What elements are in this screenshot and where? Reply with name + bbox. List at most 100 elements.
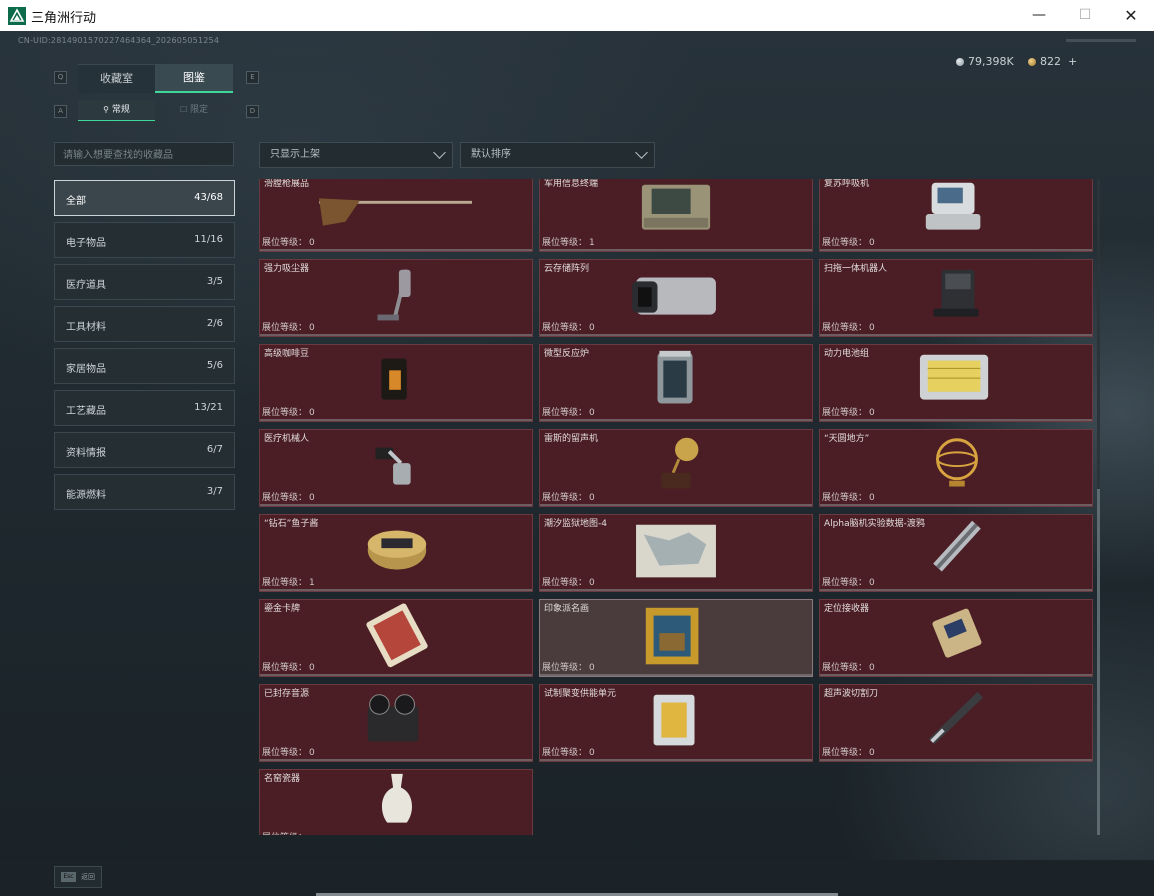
item-level-label: 展位等级：	[262, 578, 308, 588]
collection-item-card[interactable]: 微型反应炉 展位等级： 0	[539, 344, 813, 422]
close-button[interactable]: ✕	[1108, 0, 1154, 31]
item-level: 展位等级： 0	[542, 745, 595, 758]
uid-text: CN-UID:281490157022746436​4_202605051254	[18, 36, 220, 45]
category-count: 13/21	[194, 402, 223, 413]
item-level-label: 展位等级：	[262, 238, 308, 248]
collection-item-card[interactable]: 高级咖啡豆 展位等级： 0	[259, 344, 533, 422]
category-name: 医疗道具	[66, 280, 106, 291]
item-level-value: 0	[589, 323, 595, 333]
item-level: 展位等级： 0	[822, 490, 875, 503]
collection-item-card[interactable]: 强力吸尘器 展位等级： 0	[259, 259, 533, 337]
item-level-label: 展位等级：	[822, 323, 868, 333]
item-name: 名窑瓷器	[264, 774, 301, 784]
collection-item-card[interactable]: “天圆地方” 展位等级： 0	[819, 429, 1093, 507]
category-item[interactable]: 工具材料 2/6	[54, 306, 235, 342]
sort-dropdown[interactable]: 默认排序	[460, 142, 655, 168]
back-button[interactable]: Esc 返回	[54, 866, 102, 888]
category-item[interactable]: 资料情报 6/7	[54, 432, 235, 468]
search-box[interactable]	[54, 142, 234, 167]
item-level: 展位等级： 0	[822, 660, 875, 673]
item-level-value: 0	[589, 578, 595, 588]
item-level-label: 展位等级：	[542, 238, 588, 248]
category-item[interactable]: 家居物品 5/6	[54, 348, 235, 384]
subtab-limited-label: 限定	[190, 105, 209, 115]
key-hint-e: E	[246, 71, 259, 84]
category-name: 全部	[66, 196, 86, 207]
item-level: 展位等级：	[262, 830, 309, 835]
item-level-label: 展位等级：	[542, 323, 588, 333]
item-level-value: 0	[309, 663, 315, 673]
item-level-value: 0	[309, 748, 315, 758]
maximize-button[interactable]: ☐	[1062, 0, 1108, 31]
item-level-value: 0	[869, 323, 875, 333]
category-name: 家居物品	[66, 364, 106, 375]
add-currency-button[interactable]: +	[1068, 55, 1077, 68]
item-name: 定位接收器	[824, 604, 870, 614]
category-item[interactable]: 工艺藏品 13/21	[54, 390, 235, 426]
collection-item-card[interactable]: 滑膛枪展品 展位等级： 0	[259, 179, 533, 252]
collection-item-card[interactable]: Alpha脑机实验数据-渡鸦 展位等级： 0	[819, 514, 1093, 592]
bottom-bar	[0, 860, 1154, 896]
item-level-label: 展位等级：	[542, 493, 588, 503]
item-level: 展位等级： 0	[822, 575, 875, 588]
item-level-value: 0	[869, 578, 875, 588]
item-level: 展位等级： 0	[542, 660, 595, 673]
collection-item-card[interactable]: “钻石”鱼子酱 展位等级： 1	[259, 514, 533, 592]
category-count: 3/5	[206, 276, 223, 287]
minimize-button[interactable]: —	[1016, 0, 1062, 31]
scrollbar-thumb[interactable]	[1097, 489, 1100, 835]
item-level: 展位等级： 0	[262, 745, 315, 758]
subtab-regular[interactable]: ⚲ 常规	[78, 100, 155, 121]
collection-item-card[interactable]: 超声波切割刀 展位等级： 0	[819, 684, 1093, 762]
subtab-limited[interactable]: ☐ 限定	[155, 100, 233, 120]
item-level-value: 0	[869, 493, 875, 503]
item-level-label: 展位等级：	[822, 748, 868, 758]
silver-coin-icon	[956, 57, 964, 66]
subtab-regular-label: 常规	[111, 105, 130, 115]
item-level-label: 展位等级：	[262, 663, 308, 673]
collection-item-card[interactable]: 雷斯的留声机 展位等级： 0	[539, 429, 813, 507]
category-item[interactable]: 能源燃料 3/7	[54, 474, 235, 510]
collection-item-card[interactable]: 军用信息终端 展位等级： 1	[539, 179, 813, 252]
category-item[interactable]: 电子物品 11/16	[54, 222, 235, 258]
collection-item-card[interactable]: 云存储阵列 展位等级： 0	[539, 259, 813, 337]
collection-item-card[interactable]: 定位接收器展位等级： 0	[819, 599, 1093, 677]
collection-item-card[interactable]: 鎏金卡牌 展位等级： 0	[259, 599, 533, 677]
collection-item-card[interactable]: 复苏呼吸机 展位等级： 0	[819, 179, 1093, 252]
window-titlebar: 三角洲行动 — ☐ ✕	[0, 0, 1154, 32]
item-level-label: 展位等级：	[262, 408, 308, 418]
shelf-filter-dropdown[interactable]: 只显示上架	[259, 142, 453, 168]
search-input[interactable]	[55, 144, 233, 167]
item-name: 雷斯的留声机	[544, 434, 599, 444]
silver-currency: 79,398K	[956, 55, 1014, 68]
tab-codex[interactable]: 图鉴	[155, 64, 233, 93]
item-level-label: 展位等级：	[822, 238, 868, 248]
app-logo-icon	[8, 7, 26, 25]
category-count: 6/7	[206, 444, 223, 455]
collection-item-card[interactable]: 已封存音源 展位等级： 0	[259, 684, 533, 762]
item-level-value: 0	[589, 408, 595, 418]
item-level: 展位等级： 0	[822, 745, 875, 758]
gold-coin-icon	[1028, 57, 1036, 66]
collection-item-card[interactable]: 潮汐监狱地图-4 展位等级： 0	[539, 514, 813, 592]
category-item[interactable]: 医疗道具 3/5	[54, 264, 235, 300]
category-item[interactable]: 全部 43/68	[54, 180, 235, 216]
tab-collection-room[interactable]: 收藏室	[78, 64, 155, 93]
collection-item-card[interactable]: 医疗机械人 展位等级： 0	[259, 429, 533, 507]
item-name: “钻石”鱼子酱	[264, 519, 319, 529]
collection-item-card[interactable]: 试制聚变供能单元 展位等级： 0	[539, 684, 813, 762]
collection-item-card[interactable]: 扫拖一体机器人 展位等级： 0	[819, 259, 1093, 337]
item-level: 展位等级： 0	[262, 490, 315, 503]
item-name: 印象派名画	[544, 604, 590, 614]
collection-item-card[interactable]: 动力电池组展位等级： 0	[819, 344, 1093, 422]
gold-currency[interactable]: 822 +	[1028, 55, 1077, 68]
category-name: 能源燃料	[66, 490, 106, 501]
item-level: 展位等级： 0	[822, 405, 875, 418]
item-level-label: 展位等级：	[262, 493, 308, 503]
item-level-value: 0	[869, 408, 875, 418]
top-decoration	[1066, 39, 1136, 42]
item-name: 动力电池组	[824, 349, 870, 359]
collection-item-card[interactable]: 印象派名画展位等级： 0	[539, 599, 813, 677]
item-level-label: 展位等级：	[822, 663, 868, 673]
collection-item-card[interactable]: 名窑瓷器展位等级：	[259, 769, 533, 835]
